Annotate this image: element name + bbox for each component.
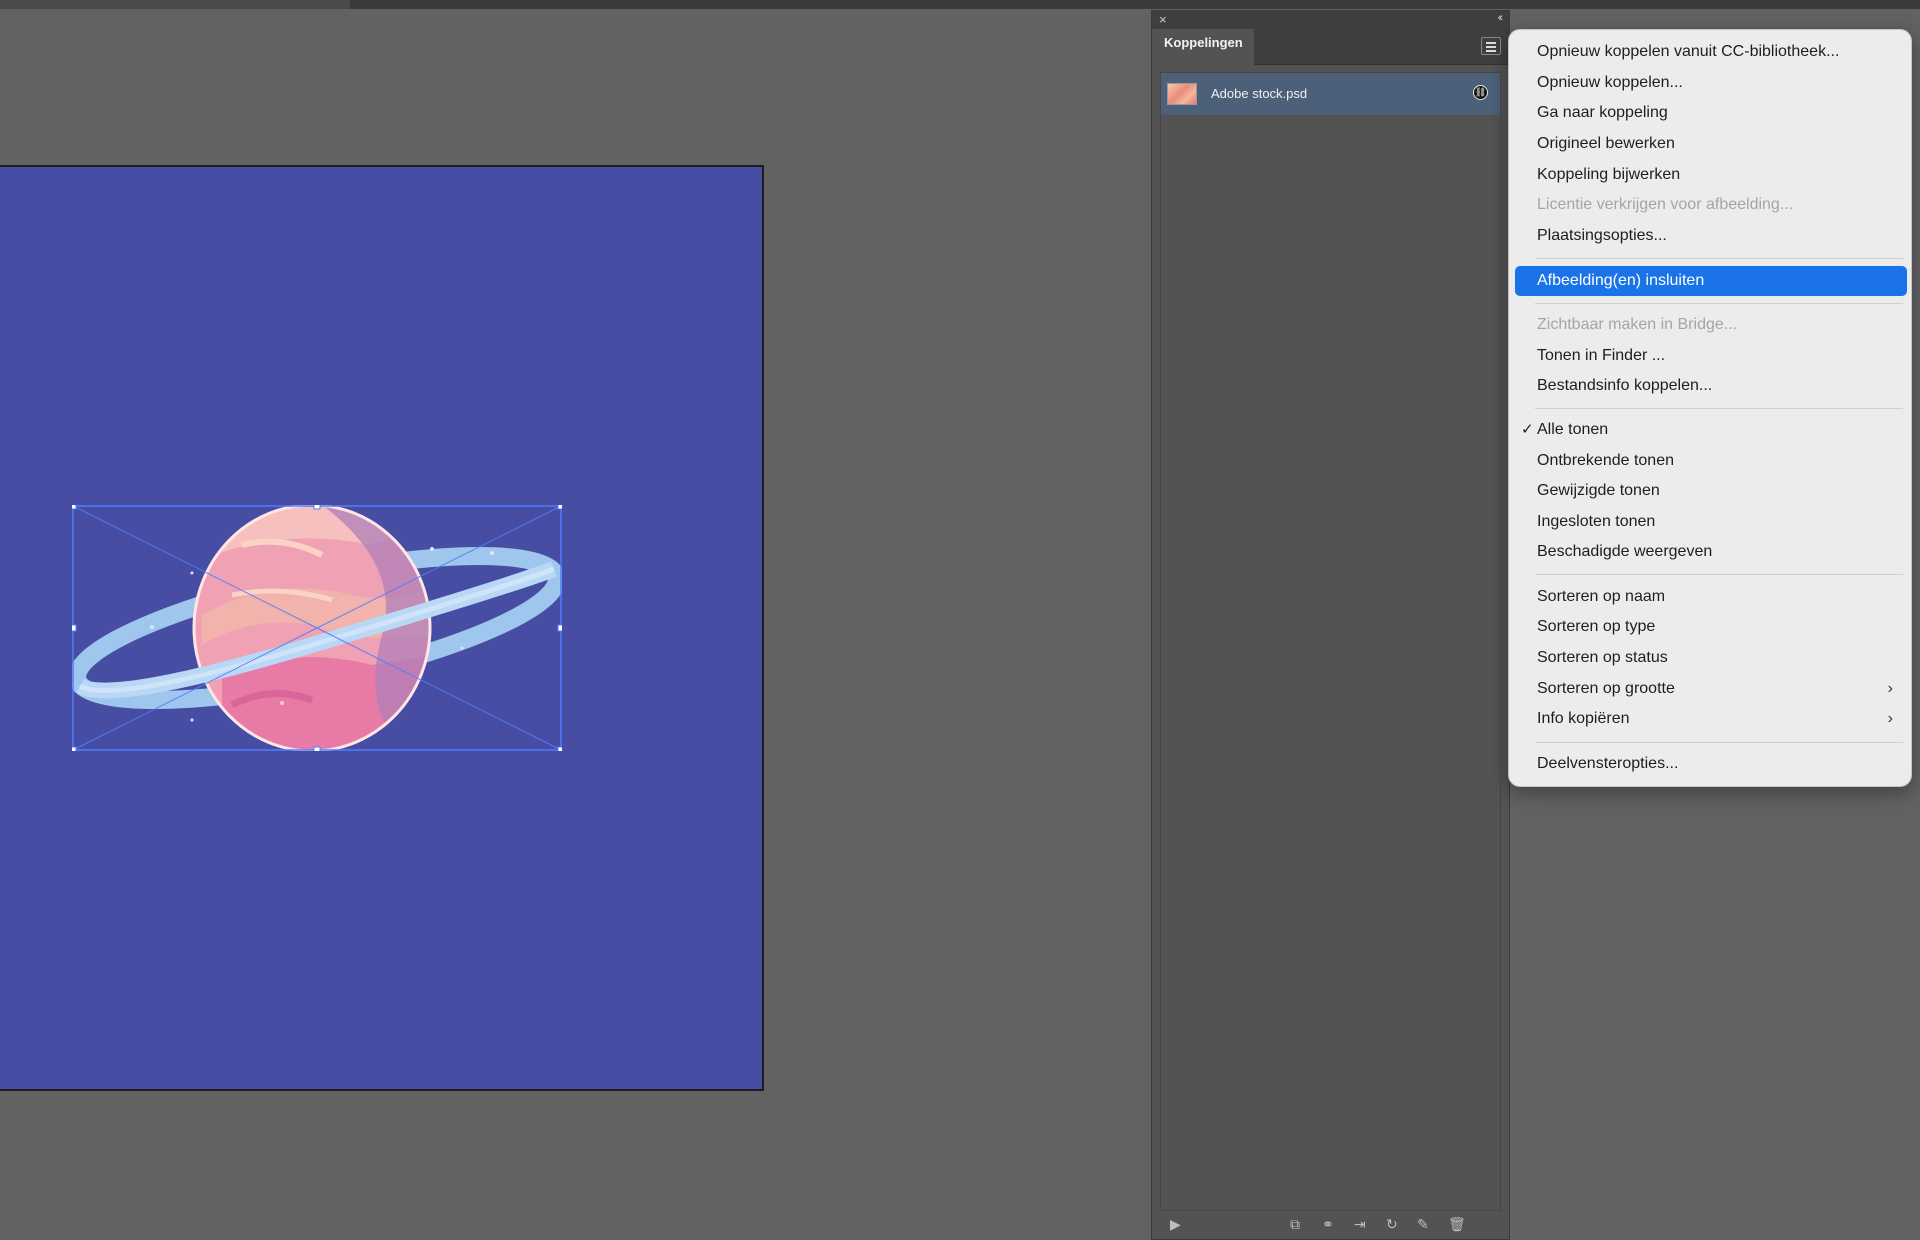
- menu-item-label: Alle tonen: [1537, 421, 1609, 438]
- menu-item-label: Zichtbaar maken in Bridge...: [1537, 316, 1738, 333]
- menu-separator: [1535, 574, 1903, 575]
- menu-item-label: Plaatsingsopties...: [1537, 227, 1667, 244]
- menu-item-edit-original[interactable]: Origineel bewerken: [1509, 129, 1911, 159]
- menu-item-relink-cc[interactable]: Opnieuw koppelen vanuit CC-bibliotheek..…: [1509, 37, 1911, 67]
- tab-koppelingen[interactable]: Koppelingen: [1152, 29, 1254, 65]
- menu-item-copy-info[interactable]: Info kopiëren ›: [1509, 704, 1911, 734]
- chevron-right-icon: ›: [1887, 680, 1893, 697]
- menu-item-placement-options[interactable]: Plaatsingsopties...: [1509, 221, 1911, 251]
- planet-illustration: [72, 505, 562, 751]
- panel-context-menu: Opnieuw koppelen vanuit CC-bibliotheek..…: [1508, 29, 1912, 787]
- document-tab-area[interactable]: [0, 0, 350, 9]
- panel-menu-button[interactable]: [1481, 37, 1501, 55]
- menu-item-show-modified[interactable]: Gewijzigde tonen: [1509, 476, 1911, 506]
- menu-item-label: Opnieuw koppelen vanuit CC-bibliotheek..…: [1537, 43, 1840, 60]
- menu-item-reveal-in-bridge: Zichtbaar maken in Bridge...: [1509, 310, 1911, 340]
- menu-item-sort-by-type[interactable]: Sorteren op type: [1509, 612, 1911, 642]
- menu-item-show-all[interactable]: ✓ Alle tonen: [1509, 415, 1911, 445]
- menu-item-label: Licentie verkrijgen voor afbeelding...: [1537, 196, 1794, 213]
- expand-icon[interactable]: ▶: [1170, 1216, 1181, 1233]
- close-icon[interactable]: ×: [1159, 12, 1167, 27]
- panel-tab-bar: Koppelingen: [1152, 29, 1509, 65]
- menu-item-sort-by-name[interactable]: Sorteren op naam: [1509, 582, 1911, 612]
- menu-item-label: Ontbrekende tonen: [1537, 452, 1674, 469]
- update-link-icon[interactable]: ↻: [1386, 1216, 1398, 1233]
- chevron-right-icon: ›: [1887, 710, 1893, 727]
- menu-item-go-to-link[interactable]: Ga naar koppeling: [1509, 98, 1911, 128]
- edit-original-icon[interactable]: ✎: [1417, 1216, 1429, 1233]
- menu-item-label: Deelvensteropties...: [1537, 755, 1679, 772]
- panel-footer: ▶ ⧉ ⚭ ⇥ ↻ ✎ 🗑: [1152, 1211, 1509, 1239]
- menu-item-label: Sorteren op type: [1537, 618, 1656, 635]
- menu-item-label: Tonen in Finder ...: [1537, 347, 1666, 364]
- links-panel: × ‹‹ Koppelingen Adobe stock.psd ⛓ ▶ ⧉ ⚭…: [1151, 10, 1510, 1240]
- link-name: Adobe stock.psd: [1211, 86, 1308, 101]
- go-to-link-icon[interactable]: ⇥: [1354, 1216, 1366, 1233]
- menu-item-label: Info kopiëren: [1537, 710, 1630, 727]
- collapse-icon[interactable]: ‹‹: [1498, 12, 1504, 24]
- link-status-icon: ⛓: [1473, 85, 1488, 100]
- menu-item-panel-options[interactable]: Deelvensteropties...: [1509, 749, 1911, 779]
- menu-item-update-link[interactable]: Koppeling bijwerken: [1509, 160, 1911, 190]
- menu-separator: [1535, 742, 1903, 743]
- menu-item-label: Opnieuw koppelen...: [1537, 74, 1683, 91]
- menu-item-label: Beschadigde weergeven: [1537, 543, 1713, 560]
- menu-item-label: Sorteren op status: [1537, 649, 1668, 666]
- menu-item-label: Origineel bewerken: [1537, 135, 1675, 152]
- menu-item-label: Gewijzigde tonen: [1537, 482, 1660, 499]
- menu-separator: [1535, 303, 1903, 304]
- menu-separator: [1535, 258, 1903, 259]
- menu-separator: [1535, 408, 1903, 409]
- menu-item-link-file-info[interactable]: Bestandsinfo koppelen...: [1509, 371, 1911, 401]
- link-thumbnail: [1167, 83, 1197, 105]
- menu-item-label: Bestandsinfo koppelen...: [1537, 377, 1713, 394]
- menu-item-label: Afbeelding(en) insluiten: [1537, 272, 1705, 289]
- menu-item-license-image: Licentie verkrijgen voor afbeelding...: [1509, 190, 1911, 220]
- menu-item-sort-by-size[interactable]: Sorteren op grootte ›: [1509, 674, 1911, 704]
- panel-header-bar: × ‹‹: [1152, 11, 1509, 29]
- menu-item-label: Koppeling bijwerken: [1537, 166, 1681, 183]
- relink-icon[interactable]: ⚭: [1322, 1216, 1334, 1233]
- menu-item-show-in-finder[interactable]: Tonen in Finder ...: [1509, 341, 1911, 371]
- menu-item-show-broken[interactable]: Beschadigde weergeven: [1509, 537, 1911, 567]
- list-item[interactable]: Adobe stock.psd ⛓: [1161, 73, 1500, 115]
- artboard[interactable]: [0, 165, 764, 1091]
- menu-item-show-missing[interactable]: Ontbrekende tonen: [1509, 446, 1911, 476]
- top-strip: [0, 0, 1920, 9]
- menu-item-label: Sorteren op grootte: [1537, 680, 1675, 697]
- menu-item-show-embedded[interactable]: Ingesloten tonen: [1509, 507, 1911, 537]
- menu-item-label: Ga naar koppeling: [1537, 104, 1668, 121]
- menu-item-sort-by-status[interactable]: Sorteren op status: [1509, 643, 1911, 673]
- checkmark-icon: ✓: [1521, 421, 1534, 438]
- placed-image-planet[interactable]: [72, 505, 562, 751]
- links-list: Adobe stock.psd ⛓: [1160, 72, 1501, 1211]
- delete-icon[interactable]: 🗑: [1448, 1216, 1466, 1233]
- menu-item-relink[interactable]: Opnieuw koppelen...: [1509, 68, 1911, 98]
- menu-item-embed-images[interactable]: Afbeelding(en) insluiten: [1515, 266, 1907, 296]
- menu-item-label: Sorteren op naam: [1537, 588, 1666, 605]
- relink-cc-icon[interactable]: ⧉: [1290, 1216, 1300, 1233]
- menu-item-label: Ingesloten tonen: [1537, 513, 1656, 530]
